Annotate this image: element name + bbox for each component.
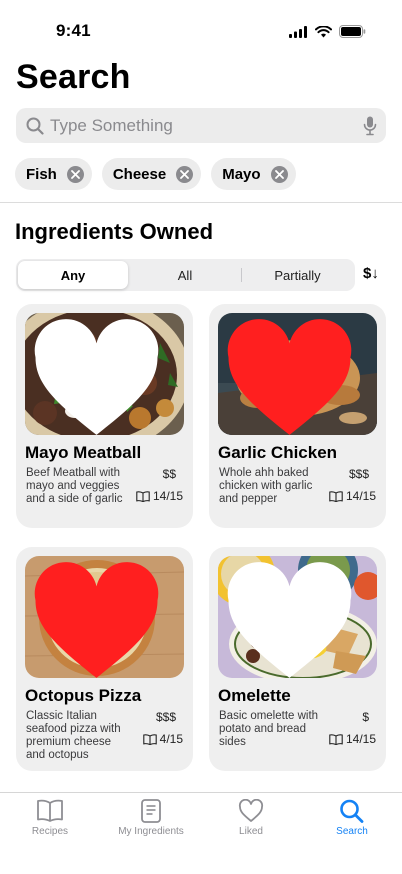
omelette-plate-image xyxy=(218,556,377,678)
ingredient-count-value: 4/15 xyxy=(159,732,183,746)
recipe-description: Whole ahh baked chicken with garlic and … xyxy=(219,467,313,505)
book-icon xyxy=(37,799,63,822)
tab-my-ingredients[interactable]: My Ingredients xyxy=(101,799,201,837)
book-icon xyxy=(142,733,157,745)
recipe-card[interactable]: Garlic Chicken Whole ahh baked chicken w… xyxy=(209,304,386,528)
recipe-price: $$$ xyxy=(348,467,369,481)
section-title: Ingredients Owned xyxy=(15,219,214,244)
recipe-title: Omelette xyxy=(218,686,291,705)
meatball-bowl-image xyxy=(25,313,184,435)
book-icon xyxy=(136,490,150,502)
recipe-card[interactable]: Omelette Basic omelette with potato and … xyxy=(209,547,386,771)
status-bar: 9:41 xyxy=(0,0,402,62)
ingredients-owned-segmented-control: Any All Partially xyxy=(16,259,355,291)
recipe-description: Classic Italian seafood pizza with premi… xyxy=(26,710,121,761)
search-icon xyxy=(26,117,44,135)
page-title: Search xyxy=(16,58,131,96)
segment-partially[interactable]: Partially xyxy=(242,261,353,289)
tab-label: Recipes xyxy=(31,826,69,837)
tab-liked[interactable]: Liked xyxy=(201,799,301,837)
recipe-title: Mayo Meatball xyxy=(25,443,142,462)
tab-label: Search xyxy=(336,826,368,837)
ingredient-count-value: 14/15 xyxy=(345,489,376,503)
battery-icon xyxy=(339,25,366,38)
status-icons xyxy=(289,25,366,38)
ingredient-count-value: 14/15 xyxy=(345,732,376,746)
pizza-image xyxy=(25,556,184,678)
cellular-signal-icon xyxy=(289,25,307,38)
divider xyxy=(0,202,402,203)
tab-label: Liked xyxy=(239,826,263,837)
ingredient-count: 14/15 xyxy=(136,489,183,503)
chip-label: Cheese xyxy=(112,165,167,183)
ingredient-count-value: 14/15 xyxy=(152,489,183,503)
like-heart-icon[interactable] xyxy=(25,319,176,435)
heart-icon xyxy=(238,799,264,822)
remove-chip-icon[interactable] xyxy=(270,165,288,183)
book-icon xyxy=(329,490,343,502)
filter-chip-mayo[interactable]: Mayo xyxy=(211,158,296,190)
segment-all[interactable]: All xyxy=(130,261,240,289)
search-icon xyxy=(340,799,364,823)
like-heart-icon[interactable] xyxy=(25,562,176,678)
recipe-description: Basic omelette with potato and bread sid… xyxy=(219,710,319,748)
recipe-card[interactable]: Octopus Pizza Classic Italian seafood pi… xyxy=(16,547,193,771)
recipe-description: Beef Meatball with mayo and veggies and … xyxy=(26,467,123,505)
filter-chips: Fish Cheese Mayo xyxy=(15,158,296,190)
search-input[interactable] xyxy=(50,115,340,136)
tab-search[interactable]: Search xyxy=(302,799,402,837)
segment-any[interactable]: Any xyxy=(18,261,128,289)
book-icon xyxy=(329,733,343,745)
tab-recipes[interactable]: Recipes xyxy=(0,799,100,837)
ingredient-count: 14/15 xyxy=(329,732,376,746)
filter-chip-cheese[interactable]: Cheese xyxy=(101,158,202,190)
chip-label: Mayo xyxy=(222,165,261,183)
remove-chip-icon[interactable] xyxy=(66,165,84,183)
recipe-card[interactable]: Mayo Meatball Beef Meatball with mayo an… xyxy=(16,304,193,528)
tab-bar: Recipes My Ingredients Liked Search xyxy=(0,792,402,874)
tab-label: My Ingredients xyxy=(118,826,184,837)
search-bar[interactable] xyxy=(16,108,386,143)
document-icon xyxy=(141,799,161,823)
recipe-price: $$$ xyxy=(155,710,176,724)
roast-chicken-image xyxy=(218,313,377,435)
ingredient-count: 14/15 xyxy=(329,489,376,503)
remove-chip-icon[interactable] xyxy=(176,165,194,183)
microphone-icon[interactable] xyxy=(363,116,377,136)
like-heart-icon[interactable] xyxy=(218,562,369,678)
like-heart-icon[interactable] xyxy=(218,319,369,435)
recipe-title: Octopus Pizza xyxy=(25,686,142,705)
sort-price-button[interactable]: $↓ xyxy=(363,265,379,282)
recipe-title: Garlic Chicken xyxy=(218,443,338,462)
chip-label: Fish xyxy=(26,165,57,183)
ingredient-count: 4/15 xyxy=(142,732,183,746)
recipe-price: $ xyxy=(362,710,369,724)
recipe-price: $$ xyxy=(162,467,176,481)
wifi-icon xyxy=(315,25,332,37)
status-time: 9:41 xyxy=(56,21,91,40)
filter-chip-fish[interactable]: Fish xyxy=(15,158,92,190)
